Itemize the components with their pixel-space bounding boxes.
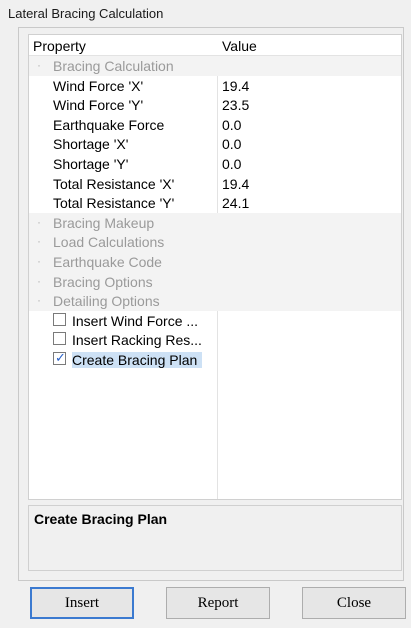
property-row[interactable]: Shortage 'X' 0.0 [29,134,401,154]
report-button[interactable]: Report [166,587,270,619]
row-label: Create Bracing Plan [72,352,203,368]
close-button[interactable]: Close [302,587,406,619]
property-row[interactable]: Wind Force 'Y' 23.5 [29,95,401,115]
expand-dot-icon[interactable]: · [37,58,41,72]
expand-dot-icon[interactable]: · [37,254,41,268]
expand-dot-icon[interactable]: · [37,293,41,307]
category-row[interactable]: · Earthquake Code [29,252,401,272]
row-label: Bracing Options [53,273,153,290]
row-label: Bracing Makeup [53,214,155,231]
row-label: Shortage 'Y' [53,156,129,172]
row-value[interactable]: 24.1 [222,195,249,211]
checkbox-row[interactable]: Insert Racking Res... [29,330,401,350]
expand-dot-icon[interactable]: · [37,215,41,229]
category-row[interactable]: · Bracing Makeup [29,212,401,233]
row-label: Wind Force 'Y' [53,97,144,114]
checkbox-row[interactable]: Insert Wind Force ... [29,311,401,331]
value-column-header[interactable]: Value [222,38,257,54]
description-panel: Create Bracing Plan [28,505,402,571]
description-text: Create Bracing Plan [34,511,168,527]
window-title: Lateral Bracing Calculation [8,6,164,21]
row-label: Earthquake Code [53,254,162,270]
checkbox-row[interactable]: ✓ Create Bracing Plan [29,350,401,370]
row-value[interactable]: 19.4 [222,176,249,192]
row-value[interactable]: 0.0 [222,136,241,152]
row-label: Insert Wind Force ... [72,312,199,329]
expand-dot-icon[interactable]: · [37,274,41,288]
category-row[interactable]: · Bracing Calculation [29,56,401,76]
checkbox[interactable]: ✓ [53,350,66,365]
checkbox[interactable] [53,332,66,346]
property-row[interactable]: Total Resistance 'Y' 24.1 [29,193,401,213]
checkbox[interactable] [53,312,66,326]
property-grid[interactable]: Property Value · Bracing Calculation Wind … [28,34,402,500]
row-label: Earthquake Force [53,116,165,133]
row-label: Insert Racking Res... [72,332,202,349]
insert-button[interactable]: Insert [30,587,134,619]
category-row[interactable]: · Detailing Options [29,291,401,311]
row-value[interactable]: 23.5 [222,97,249,113]
row-label: Total Resistance 'Y' [53,195,175,212]
row-label: Shortage 'X' [53,136,129,153]
property-column-header[interactable]: Property [33,38,86,54]
checkmark-icon: ✓ [55,350,66,365]
expand-dot-icon[interactable]: · [37,234,41,248]
category-row[interactable]: · Bracing Options [29,271,401,292]
row-value[interactable]: 0.0 [222,117,241,133]
row-label: Wind Force 'X' [53,77,144,94]
property-row[interactable]: Shortage 'Y' 0.0 [29,154,401,174]
category-row[interactable]: · Load Calculations [29,232,401,252]
row-label: Detailing Options [53,293,160,310]
row-value[interactable]: 19.4 [222,78,249,94]
row-label: Load Calculations [53,234,165,251]
row-label: Bracing Calculation [53,58,174,74]
grid-header: Property Value [29,35,401,56]
row-value[interactable]: 0.0 [222,156,241,172]
property-row[interactable]: Total Resistance 'X' 19.4 [29,174,401,194]
property-row[interactable]: Earthquake Force 0.0 [29,115,401,135]
row-label: Total Resistance 'X' [53,175,175,192]
property-row[interactable]: Wind Force 'X' 19.4 [29,76,401,96]
